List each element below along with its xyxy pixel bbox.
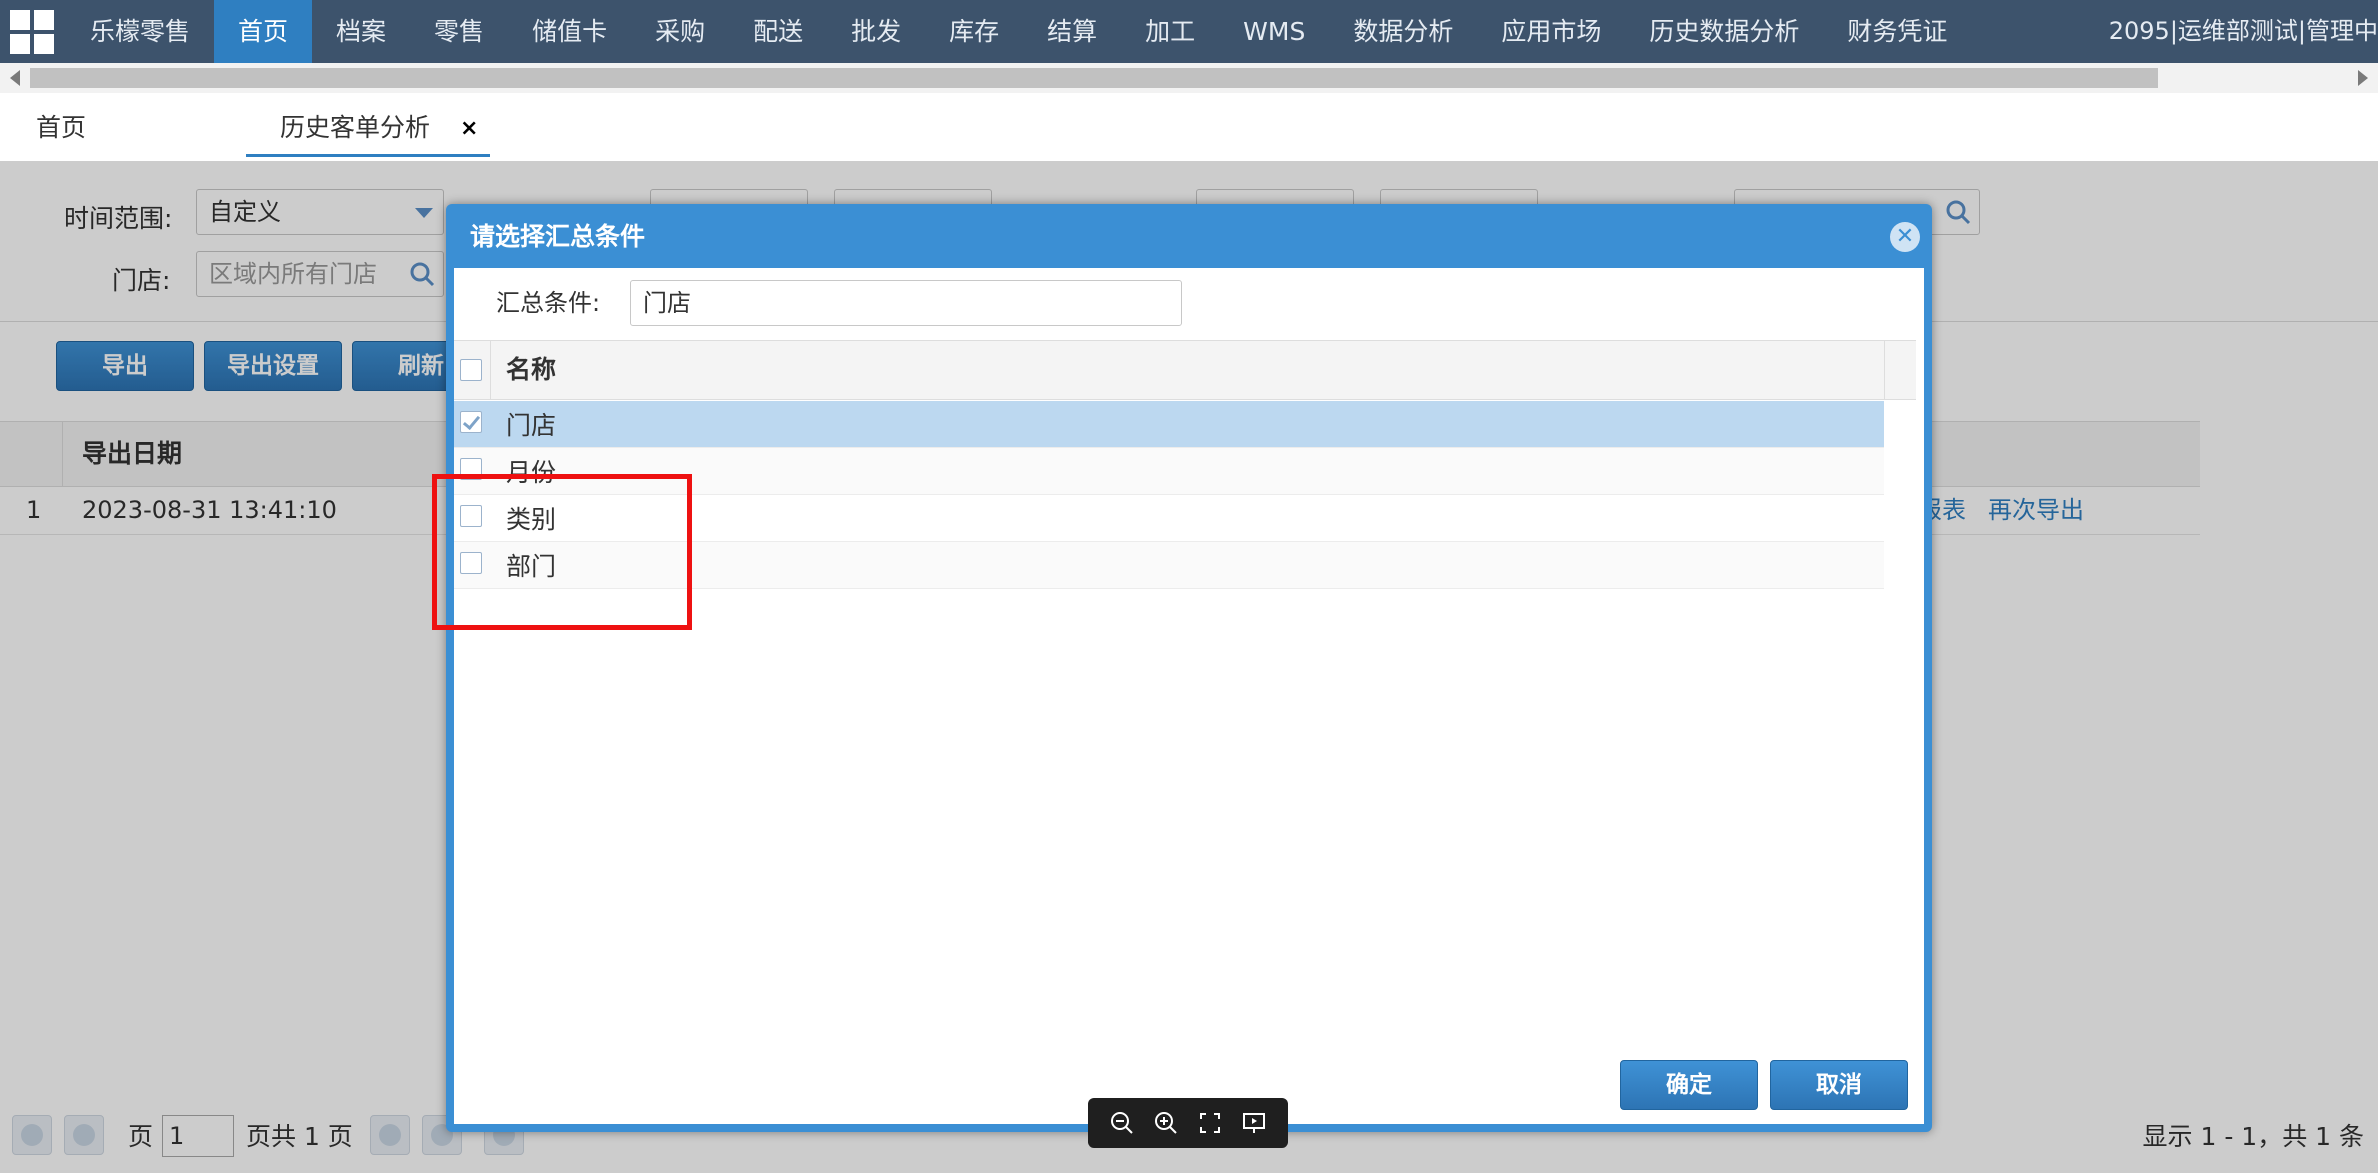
nav-item-processing[interactable]: 加工 [1121,0,1219,63]
nav-item-wms[interactable]: WMS [1219,0,1329,63]
option-store[interactable]: 门店 [454,401,1884,448]
col-name: 名称 [506,355,557,384]
summary-condition-field[interactable]: 门店 [630,280,1182,326]
slideshow-icon[interactable] [1239,1108,1269,1138]
option-store-checkbox[interactable] [460,411,482,433]
nav-item-wholesale[interactable]: 批发 [827,0,925,63]
confirm-button[interactable]: 确定 [1620,1060,1758,1110]
nav-item-settlement[interactable]: 结算 [1023,0,1121,63]
fit-screen-icon[interactable] [1195,1108,1225,1138]
select-all-checkbox[interactable] [460,359,482,381]
viewer-toolbar [1088,1098,1288,1148]
divider [1884,341,1885,399]
summary-condition-dialog: 请选择汇总条件 ✕ 汇总条件: 门店 名称 门店 月份 类别 部门 确定 取消 [446,204,1932,1132]
highlight-box [432,474,692,630]
scroll-left-icon[interactable] [10,70,20,86]
option-list-header: 名称 [454,340,1916,400]
nav-brand[interactable]: 乐檬零售 [64,0,214,63]
tab-home[interactable]: 首页 [36,93,86,157]
grid-apps-icon[interactable] [0,0,64,63]
close-icon[interactable]: × [460,93,478,157]
horizontal-scrollbar[interactable] [0,63,2378,93]
nav-item-inventory[interactable]: 库存 [925,0,1023,63]
zoom-out-icon[interactable] [1107,1108,1137,1138]
user-info[interactable]: 2095|运维部测试|管理中 [2109,0,2378,63]
nav-item-stored-value-card[interactable]: 储值卡 [508,0,631,63]
scroll-right-icon[interactable] [2358,70,2368,86]
nav-item-home[interactable]: 首页 [214,0,313,63]
nav-item-archive[interactable]: 档案 [312,0,410,63]
tab-history-order-analysis[interactable]: 历史客单分析 [246,93,490,157]
nav-item-data-analysis[interactable]: 数据分析 [1329,0,1477,63]
tab-bar: 首页 历史客单分析 × [0,93,2378,161]
nav-item-app-market[interactable]: 应用市场 [1477,0,1625,63]
top-navigation: 乐檬零售 首页 档案 零售 储值卡 采购 配送 批发 库存 结算 加工 WMS … [0,0,2378,63]
zoom-in-icon[interactable] [1151,1108,1181,1138]
nav-item-purchase[interactable]: 采购 [631,0,729,63]
cancel-button[interactable]: 取消 [1770,1060,1908,1110]
scrollbar-thumb[interactable] [30,68,2158,88]
summary-condition-label: 汇总条件: [496,289,601,317]
dialog-body: 汇总条件: 门店 名称 门店 月份 类别 部门 确定 取消 [454,268,1924,1124]
dialog-title: 请选择汇总条件 [470,222,646,251]
close-icon[interactable]: ✕ [1890,222,1920,252]
nav-item-retail[interactable]: 零售 [410,0,508,63]
option-label: 门店 [506,411,557,440]
divider [490,341,491,399]
nav-item-finance-voucher[interactable]: 财务凭证 [1823,0,1971,63]
nav-item-distribution[interactable]: 配送 [729,0,827,63]
nav-item-history-analysis[interactable]: 历史数据分析 [1625,0,1823,63]
